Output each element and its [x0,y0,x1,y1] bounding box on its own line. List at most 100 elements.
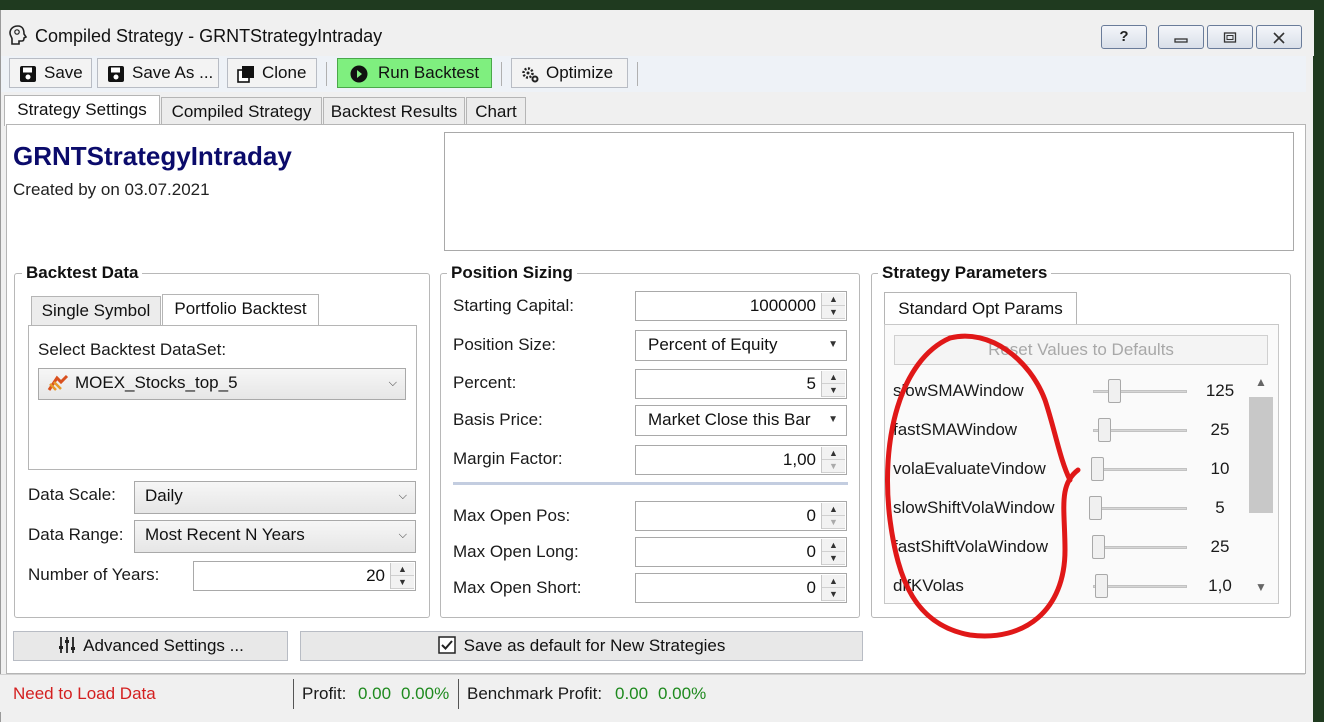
data-scale-select[interactable]: Daily ⌵ [134,481,416,514]
run-backtest-button[interactable]: Run Backtest [337,58,492,88]
toolbar-separator [637,62,638,86]
position-sizing-title: Position Sizing [447,263,577,283]
margin-factor-input[interactable]: 1,00 ▲ ▼ [635,445,847,475]
profit-value: 0.00 [358,684,392,703]
dataset-value: MOEX_Stocks_top_5 [75,373,238,392]
number-of-years-value: 20 [366,566,385,585]
clone-button[interactable]: Clone [227,58,317,88]
position-size-label: Position Size: [453,335,556,354]
spin-up-icon[interactable]: ▲ [822,503,845,516]
restore-icon [1223,32,1237,43]
clone-label: Clone [262,63,307,82]
spin-down-icon[interactable]: ▼ [822,552,845,565]
section-divider [453,482,848,485]
clone-icon [237,66,254,83]
spin-up-icon[interactable]: ▲ [822,447,845,460]
head-icon [9,25,28,45]
profit-label: Profit: [302,684,347,703]
max-open-pos-value: 0 [806,506,816,525]
spin-down-icon[interactable]: ▼ [822,460,845,473]
tab-compiled-strategy[interactable]: Compiled Strategy [161,97,322,125]
help-button[interactable]: ? [1101,25,1147,49]
checkbox-checked-icon[interactable] [437,636,456,654]
scroll-up-icon[interactable]: ▲ [1255,375,1267,389]
save-as-button[interactable]: Save As ... [97,58,219,88]
status-separator [458,679,459,709]
select-dataset-label: Select Backtest DataSet: [38,340,227,359]
spin-up-icon[interactable]: ▲ [822,293,845,306]
close-icon [1273,32,1285,44]
backtest-data-title: Backtest Data [22,263,143,283]
tab-backtest-results[interactable]: Backtest Results [323,97,465,125]
save-button[interactable]: Save [9,58,92,88]
number-of-years-input[interactable]: 20 ▲ ▼ [193,561,416,591]
param-value: 25 [1210,420,1230,439]
param-value: 1,0 [1208,576,1232,595]
run-backtest-label: Run Backtest [378,63,480,82]
max-open-long-value: 0 [806,542,816,561]
close-button[interactable] [1256,25,1302,49]
capital-spinner[interactable]: ▲ ▼ [821,293,845,319]
benchmark-label: Benchmark Profit: [467,684,603,703]
advanced-settings-button[interactable]: Advanced Settings ... [13,631,288,661]
tab-strategy-settings[interactable]: Strategy Settings [4,95,160,126]
max-open-short-spinner[interactable]: ▲ ▼ [821,575,845,601]
title-bar[interactable]: Compiled Strategy - GRNTStrategyIntraday… [1,10,1314,56]
scroll-thumb[interactable] [1249,397,1273,513]
margin-spinner[interactable]: ▲ ▼ [821,447,845,473]
description-textarea[interactable] [444,132,1294,251]
play-circle-icon [350,65,368,83]
spin-down-icon[interactable]: ▼ [391,576,414,589]
years-spinner[interactable]: ▲ ▼ [390,563,414,589]
spin-up-icon[interactable]: ▲ [822,575,845,588]
params-scrollbar[interactable]: ▲ ▼ [1249,375,1275,600]
optimize-button[interactable]: Optimize [511,58,628,88]
max-open-pos-spinner[interactable]: ▲ ▼ [821,503,845,529]
status-bar: Need to Load Data Profit: 0.00 0.00% Ben… [0,674,1305,712]
strategy-name: GRNTStrategyIntraday [13,141,292,171]
position-size-select[interactable]: Percent of Equity ▼ [635,330,847,361]
status-message: Need to Load Data [13,684,156,703]
max-open-long-spinner[interactable]: ▲ ▼ [821,539,845,565]
percent-spinner[interactable]: ▲ ▼ [821,371,845,397]
max-open-long-input[interactable]: 0 ▲ ▼ [635,537,847,567]
tab-chart[interactable]: Chart [466,97,526,125]
scroll-down-icon[interactable]: ▼ [1255,580,1267,594]
max-open-short-value: 0 [806,578,816,597]
dataset-select[interactable]: MOEX_Stocks_top_5 ⌵ [38,368,406,400]
created-info: Created by on 03.07.2021 [13,180,210,199]
max-open-short-input[interactable]: 0 ▲ ▼ [635,573,847,603]
number-of-years-label: Number of Years: [28,565,160,584]
spin-down-icon[interactable]: ▼ [822,516,845,529]
profit-percent: 0.00% [401,684,450,703]
spin-down-icon[interactable]: ▼ [822,306,845,319]
window-title: Compiled Strategy - GRNTStrategyIntraday [35,26,383,46]
param-value: 10 [1210,459,1230,478]
tab-single-symbol[interactable]: Single Symbol [31,296,161,325]
toolbar-separator [501,62,502,86]
spin-up-icon[interactable]: ▲ [391,563,414,576]
param-value: 125 [1205,381,1235,400]
percent-input[interactable]: 5 ▲ ▼ [635,369,847,399]
spin-down-icon[interactable]: ▼ [822,588,845,601]
dataset-icon [47,374,69,391]
minimize-button[interactable] [1158,25,1204,49]
save-as-default-button[interactable]: Save as default for New Strategies [300,631,863,661]
tab-portfolio-backtest[interactable]: Portfolio Backtest [162,294,319,326]
chevron-down-icon: ⌵ [398,490,407,502]
spin-up-icon[interactable]: ▲ [822,539,845,552]
save-as-default-label: Save as default for New Strategies [463,636,726,655]
margin-factor-label: Margin Factor: [453,449,563,468]
data-range-select[interactable]: Most Recent N Years ⌵ [134,520,416,553]
maximize-button[interactable] [1207,25,1253,49]
basis-price-select[interactable]: Market Close this Bar ▼ [635,405,847,436]
max-open-pos-label: Max Open Pos: [453,506,571,525]
benchmark-percent: 0.00% [658,684,707,703]
spin-up-icon[interactable]: ▲ [822,371,845,384]
max-open-pos-input[interactable]: 0 ▲ ▼ [635,501,847,531]
spin-down-icon[interactable]: ▼ [822,384,845,397]
starting-capital-input[interactable]: 1000000 ▲ ▼ [635,291,847,321]
status-separator [293,679,294,709]
max-open-long-label: Max Open Long: [453,542,579,561]
gears-icon [522,67,539,83]
